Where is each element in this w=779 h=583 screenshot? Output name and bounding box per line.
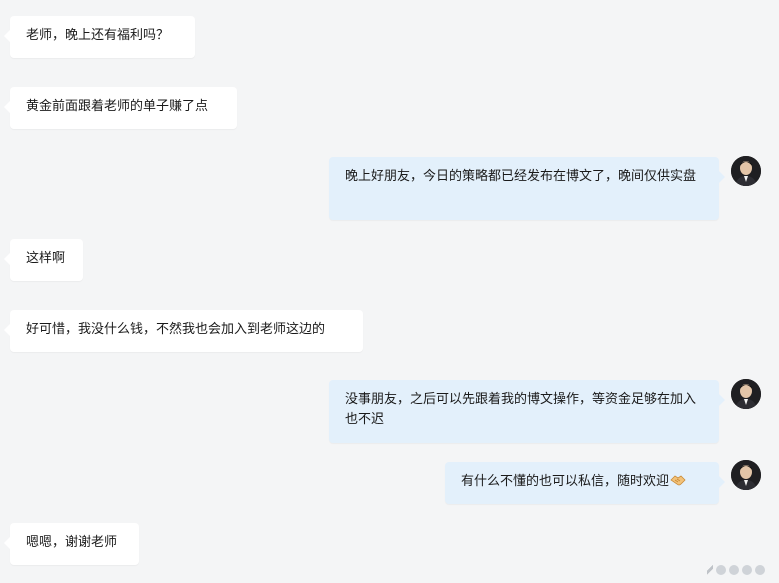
message-text: 嗯嗯，谢谢老师 — [26, 535, 118, 550]
watermark-dot-icon — [729, 565, 739, 575]
teacher-avatar[interactable] — [731, 460, 761, 490]
incoming-message: 这样啊 — [4, 239, 83, 281]
message-text: 好可惜，我没什么钱，不然我也会加入到老师这边的 — [26, 322, 326, 337]
handshake-emoji-icon — [670, 473, 686, 487]
teacher-avatar[interactable] — [731, 379, 761, 409]
watermark-dot-icon — [742, 565, 752, 575]
teacher-avatar[interactable] — [731, 156, 761, 186]
chat-area: 老师，晚上还有福利吗？ 黄金前面跟着老师的单子赚了点 晚上好朋友，今日的策略都已… — [0, 0, 779, 583]
watermark-logo — [707, 563, 765, 577]
message-text: 有什么不懂的也可以私信，随时欢迎 — [461, 474, 670, 489]
incoming-message: 黄金前面跟着老师的单子赚了点 — [4, 87, 237, 129]
message-text: 黄金前面跟着老师的单子赚了点 — [26, 99, 209, 114]
message-text: 老师，晚上还有福利吗？ — [26, 28, 170, 43]
outgoing-message: 没事朋友，之后可以先跟着我的博文操作，等资金足够在加入也不迟 — [329, 380, 725, 443]
incoming-message: 老师，晚上还有福利吗？ — [4, 16, 195, 58]
watermark-dot-icon — [755, 565, 765, 575]
outgoing-message: 晚上好朋友，今日的策略都已经发布在博文了，晚间仅供实盘 — [329, 157, 725, 220]
watermark-slash-icon — [707, 563, 713, 577]
incoming-message: 嗯嗯，谢谢老师 — [4, 523, 139, 565]
message-text: 这样啊 — [26, 251, 66, 266]
watermark-dot-icon — [716, 565, 726, 575]
outgoing-message: 有什么不懂的也可以私信，随时欢迎 — [445, 462, 725, 504]
incoming-message: 好可惜，我没什么钱，不然我也会加入到老师这边的 — [4, 310, 363, 352]
message-text: 晚上好朋友，今日的策略都已经发布在博文了，晚间仅供实盘 — [345, 169, 697, 184]
message-text: 没事朋友，之后可以先跟着我的博文操作，等资金足够在加入也不迟 — [345, 392, 697, 427]
